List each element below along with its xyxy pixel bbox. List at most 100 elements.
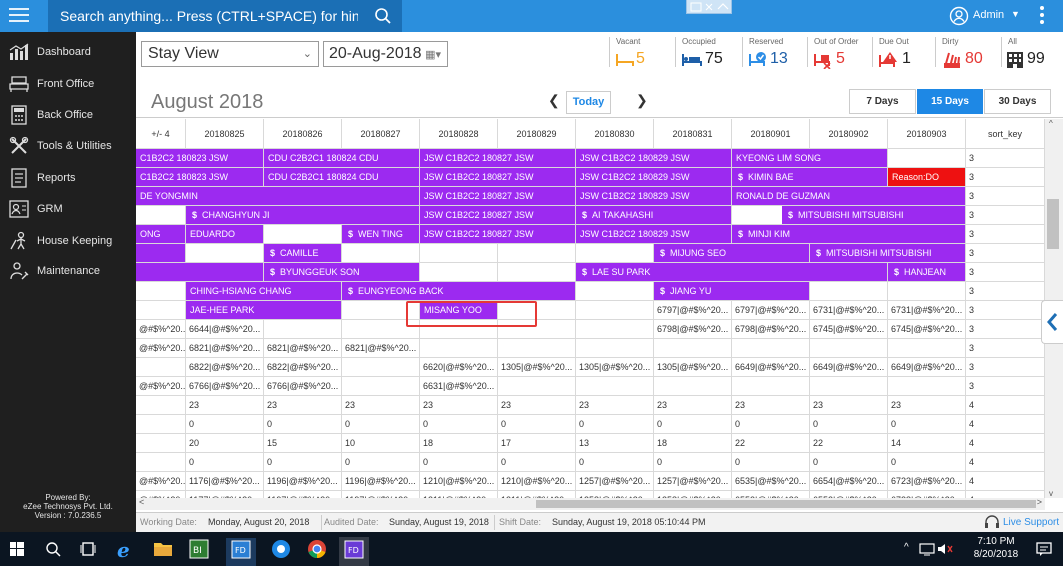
reservation-bar[interactable]: JSW C1B2C2 180829 JSW (576, 149, 731, 167)
collapse-panel-button[interactable] (1041, 300, 1063, 344)
more-options-icon[interactable] (1040, 6, 1044, 27)
today-button[interactable]: Today (566, 91, 611, 114)
value-cell[interactable]: 0 (264, 453, 342, 472)
grid-cell[interactable] (576, 301, 654, 320)
tray-chevron-icon[interactable]: ^ (904, 542, 909, 553)
blocked-room-bar[interactable]: Reason:DO (888, 168, 965, 186)
network-icon[interactable] (919, 542, 935, 559)
value-cell[interactable]: 14 (888, 434, 966, 453)
value-cell[interactable]: 6552|@#$%^20... (810, 491, 888, 498)
value-cell[interactable]: 1197|@#$%^20... (264, 491, 342, 498)
sidebar-item-reports[interactable]: Reports (0, 163, 136, 193)
value-cell[interactable]: 18 (420, 434, 498, 453)
value-cell[interactable]: 23 (732, 396, 810, 415)
value-cell[interactable]: 6552|@#$%^20... (732, 491, 810, 498)
grid-cell[interactable] (136, 415, 186, 434)
value-cell[interactable]: 6797|@#$%^20... (654, 301, 732, 320)
app-fd-active-icon[interactable]: FD (339, 537, 369, 566)
stat-vacant[interactable]: Vacant 5 (612, 36, 670, 70)
column-header[interactable]: 20180828 (420, 119, 498, 149)
grid-cell[interactable] (420, 339, 498, 358)
view-select[interactable]: Stay View ⌄ (141, 41, 319, 67)
grid-cell[interactable] (888, 149, 966, 168)
grid-cell[interactable] (136, 301, 186, 320)
value-cell[interactable]: 6731|@#$%^20... (810, 301, 888, 320)
edge-browser-icon[interactable]: e (117, 538, 130, 562)
reservation-bar[interactable]: $ LAE SU PARK (576, 263, 887, 281)
reservation-bar[interactable] (136, 244, 185, 262)
value-cell[interactable]: 0 (654, 453, 732, 472)
sort-key-cell[interactable]: 4 (966, 453, 1045, 472)
value-cell[interactable]: 6821|@#$%^20... (264, 339, 342, 358)
grid-cell[interactable] (888, 282, 966, 301)
date-picker[interactable]: 20-Aug-2018 ▦▾ (323, 41, 448, 67)
stat-dirty[interactable]: Dirty 80 (938, 36, 1000, 70)
sort-key-cell[interactable]: 3 (966, 168, 1045, 187)
sort-key-cell[interactable]: 3 (966, 263, 1045, 282)
value-cell[interactable]: 1197|@#$%^20... (342, 491, 420, 498)
value-cell[interactable]: 13 (576, 434, 654, 453)
calendar-icon[interactable]: ▦▾ (425, 43, 441, 67)
column-header[interactable]: 20180903 (888, 119, 966, 149)
reservation-bar[interactable] (136, 263, 263, 281)
column-header[interactable]: 20180901 (732, 119, 810, 149)
search-input[interactable] (48, 0, 358, 32)
value-cell[interactable]: 1305|@#$%^20... (576, 358, 654, 377)
value-cell[interactable]: 6649|@#$%^20... (810, 358, 888, 377)
sort-key-cell[interactable]: 3 (966, 149, 1045, 168)
scroll-right-icon[interactable]: > (1037, 497, 1042, 507)
value-cell[interactable]: 23 (498, 396, 576, 415)
app-bi-icon[interactable]: BI (189, 539, 209, 562)
value-cell[interactable]: 6766|@#$%^20... (264, 377, 342, 396)
grid-cell[interactable] (810, 377, 888, 396)
value-cell[interactable]: 6745|@#$%^20... (810, 320, 888, 339)
reservation-bar[interactable]: $ CAMILLE (264, 244, 341, 262)
value-cell[interactable]: 0 (888, 453, 966, 472)
scroll-thumb[interactable] (536, 500, 1036, 508)
grid-cell[interactable] (136, 206, 186, 225)
value-cell[interactable]: 0 (732, 453, 810, 472)
grid-cell[interactable] (732, 339, 810, 358)
value-cell[interactable]: 1257|@#$%^20... (576, 472, 654, 491)
sidebar-item-front-office[interactable]: Front Office (0, 69, 136, 99)
grid-cell[interactable] (498, 377, 576, 396)
range-15-days[interactable]: 15 Days (917, 89, 983, 114)
value-cell[interactable]: 6797|@#$%^20... (732, 301, 810, 320)
reservation-bar[interactable]: JSW C1B2C2 180829 JSW (576, 168, 731, 186)
value-cell[interactable]: 0 (732, 415, 810, 434)
value-cell[interactable]: 6798|@#$%^20... (654, 320, 732, 339)
value-cell[interactable]: 1258|@#$%^20... (654, 491, 732, 498)
grid-cell[interactable] (576, 377, 654, 396)
value-cell[interactable]: 6822|@#$%^20... (186, 358, 264, 377)
value-cell[interactable]: 22 (732, 434, 810, 453)
value-cell[interactable]: 23 (888, 396, 966, 415)
sort-key-cell[interactable]: 3 (966, 225, 1045, 244)
grid-cell[interactable] (654, 339, 732, 358)
reservation-bar[interactable]: $ AI TAKAHASHI (576, 206, 731, 224)
value-cell[interactable]: 23 (576, 396, 654, 415)
grid-cell[interactable] (498, 263, 576, 282)
stat-due-out[interactable]: Due Out 1 (875, 36, 935, 70)
grid-cell[interactable] (498, 339, 576, 358)
sort-key-cell[interactable]: 3 (966, 206, 1045, 225)
grid-cell[interactable] (186, 244, 264, 263)
value-cell[interactable]: 1196|@#$%^20... (342, 472, 420, 491)
value-cell[interactable]: 6731|@#$%^20... (888, 301, 966, 320)
value-cell[interactable]: 1257|@#$%^20... (654, 472, 732, 491)
reservation-bar[interactable]: JSW C1B2C2 180827 JSW (420, 225, 575, 243)
task-view-icon[interactable] (80, 541, 96, 560)
value-cell[interactable]: 1258|@#$%^20... (576, 491, 654, 498)
reservation-bar[interactable]: $ KIMIN BAE (732, 168, 887, 186)
reservation-bar[interactable]: $ MINJI KIM (732, 225, 965, 243)
reservation-bar[interactable]: JSW C1B2C2 180827 JSW (420, 168, 575, 186)
live-support-link[interactable]: Live Support (1003, 513, 1059, 532)
value-cell[interactable]: 0 (186, 453, 264, 472)
value-cell[interactable]: 6766|@#$%^20... (186, 377, 264, 396)
clock[interactable]: 7:10 PM 8/20/2018 (973, 535, 1019, 561)
value-cell[interactable]: 6821|@#$%^20... (186, 339, 264, 358)
column-header[interactable]: 20180829 (498, 119, 576, 149)
value-cell[interactable]: 15 (264, 434, 342, 453)
reservation-bar[interactable]: JSW C1B2C2 180827 JSW (420, 149, 575, 167)
sort-key-cell[interactable]: 3 (966, 187, 1045, 206)
value-cell[interactable]: 23 (810, 396, 888, 415)
